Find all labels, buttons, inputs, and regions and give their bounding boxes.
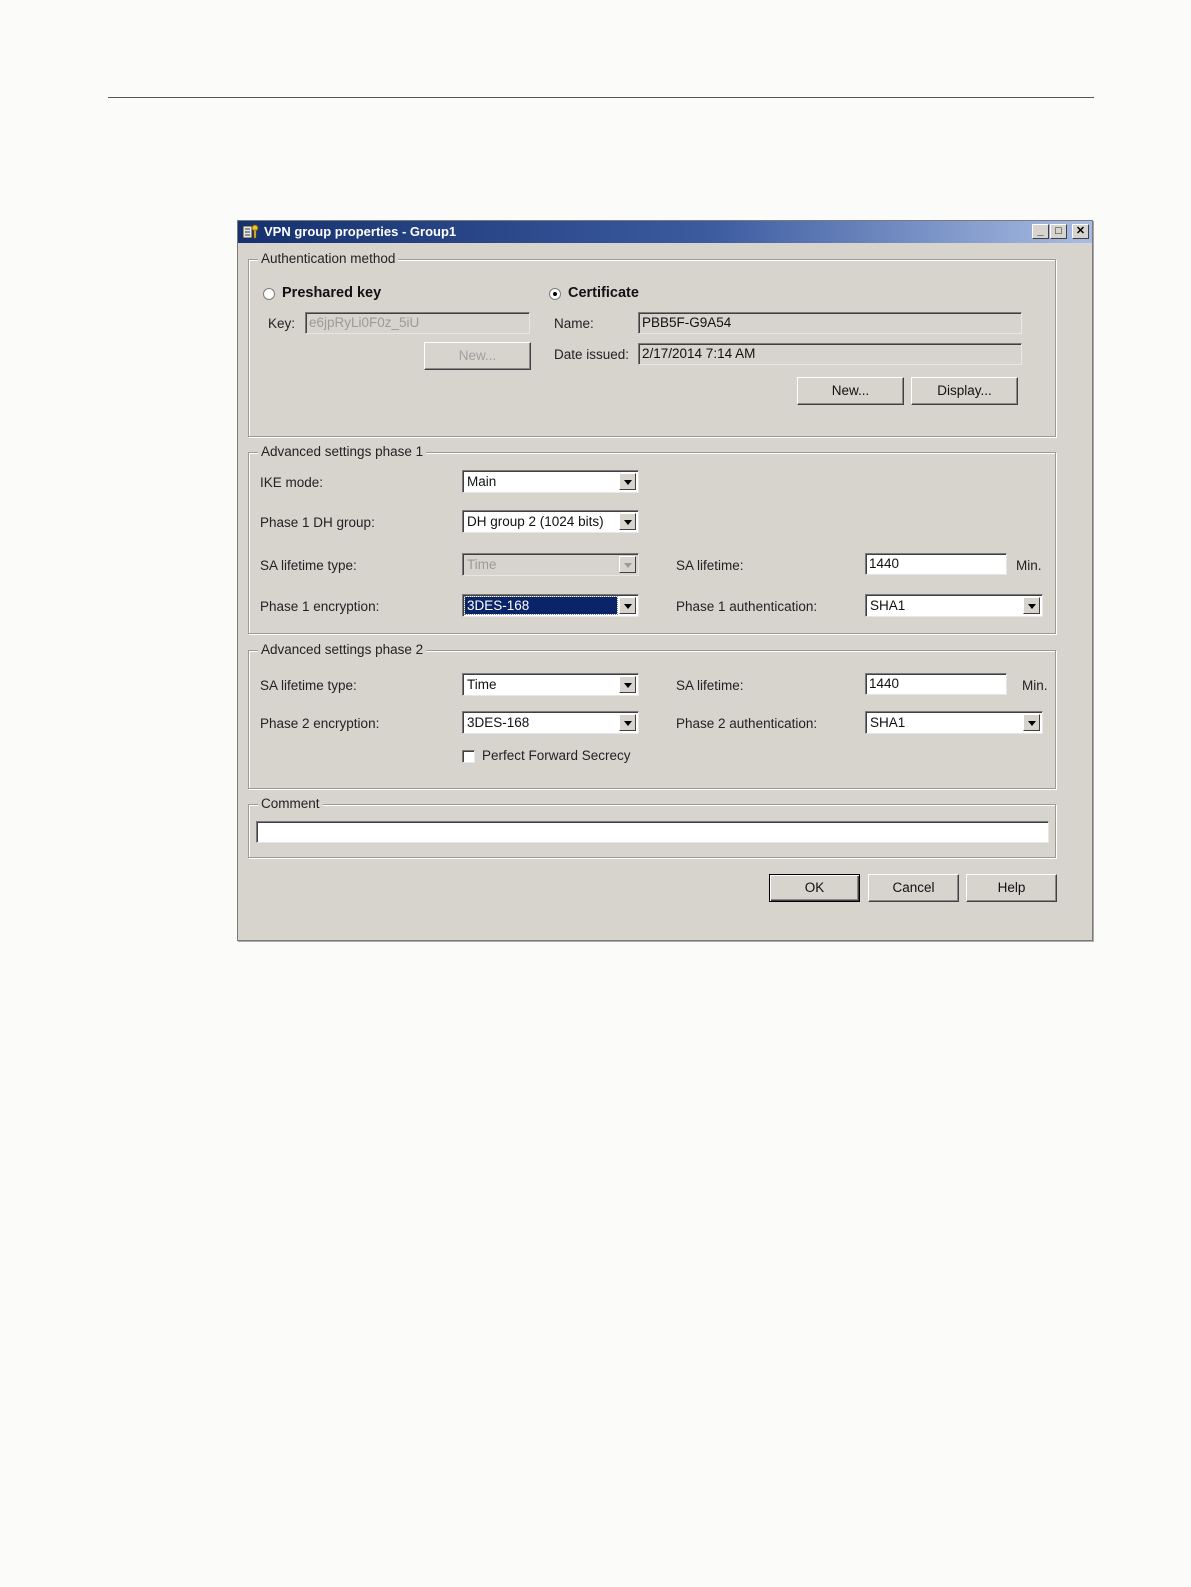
- preshared-key-label: Preshared key: [282, 285, 382, 301]
- chevron-down-icon[interactable]: [1023, 597, 1040, 614]
- title-bar[interactable]: VPN group properties - Group1 _ □ ✕: [238, 221, 1092, 243]
- phase1-encryption-label: Phase 1 encryption:: [260, 599, 380, 614]
- phase1-sa-lifetime-unit: Min.: [1016, 558, 1042, 573]
- preshared-key-radio[interactable]: [263, 288, 275, 300]
- group-legend: Advanced settings phase 1: [258, 444, 427, 459]
- certificate-name-field[interactable]: PBB5F-G9A54: [638, 312, 1022, 334]
- phase2-sa-lifetime-label: SA lifetime:: [676, 678, 744, 693]
- phase2-encryption-value: 3DES-168: [467, 715, 530, 730]
- phase1-dh-group-label: Phase 1 DH group:: [260, 515, 375, 530]
- help-button[interactable]: Help: [966, 874, 1057, 902]
- key-field[interactable]: e6jpRyLi0F0z_5iU: [305, 312, 530, 334]
- date-issued-label: Date issued:: [554, 347, 630, 362]
- phase2-sa-lifetime-unit: Min.: [1022, 678, 1048, 693]
- phase1-authentication-value: SHA1: [870, 598, 906, 613]
- phase1-sa-lifetime-field[interactable]: 1440: [865, 553, 1007, 575]
- vpn-group-properties-dialog: VPN group properties - Group1 _ □ ✕ Auth…: [237, 220, 1093, 941]
- authentication-method-group: Authentication method Preshared key Key:…: [248, 251, 1056, 437]
- phase1-authentication-select[interactable]: SHA1: [865, 594, 1043, 617]
- phase2-encryption-select[interactable]: 3DES-168: [462, 711, 639, 734]
- chevron-down-icon[interactable]: [619, 556, 636, 573]
- chevron-down-icon[interactable]: [619, 714, 636, 731]
- chevron-down-icon[interactable]: [619, 513, 636, 530]
- phase1-sa-lifetime-type-label: SA lifetime type:: [260, 558, 357, 573]
- maximize-icon[interactable]: □: [1050, 224, 1067, 239]
- certificate-label: Certificate: [568, 285, 639, 301]
- chevron-down-icon[interactable]: [619, 473, 636, 490]
- key-label: Key:: [268, 316, 296, 331]
- group-legend: Authentication method: [258, 251, 399, 266]
- close-icon[interactable]: ✕: [1072, 224, 1089, 239]
- window-title: VPN group properties - Group1: [264, 224, 457, 239]
- certificate-name-label: Name:: [554, 316, 594, 331]
- phase1-sa-lifetime-type-value: Time: [467, 557, 497, 572]
- phase1-sa-lifetime-label: SA lifetime:: [676, 558, 744, 573]
- page-header-rule: [108, 97, 1094, 98]
- phase1-dh-group-value: DH group 2 (1024 bits): [467, 514, 604, 529]
- cancel-button[interactable]: Cancel: [868, 874, 959, 902]
- phase1-sa-lifetime-type-select[interactable]: Time: [462, 553, 639, 576]
- phase2-encryption-label: Phase 2 encryption:: [260, 716, 380, 731]
- ike-mode-value: Main: [467, 474, 497, 489]
- phase1-encryption-select[interactable]: 3DES-168: [462, 594, 639, 617]
- phase1-dh-group-select[interactable]: DH group 2 (1024 bits): [462, 510, 639, 533]
- group-legend: Comment: [258, 796, 323, 811]
- phase1-authentication-label: Phase 1 authentication:: [676, 599, 818, 614]
- phase2-settings-group: Advanced settings phase 2 SA lifetime ty…: [248, 642, 1056, 789]
- phase1-settings-group: Advanced settings phase 1 IKE mode: Main…: [248, 444, 1056, 634]
- vpn-key-icon: [242, 224, 259, 239]
- date-issued-field[interactable]: 2/17/2014 7:14 AM: [638, 343, 1022, 365]
- certificate-new-button[interactable]: New...: [797, 377, 904, 405]
- phase2-sa-lifetime-type-select[interactable]: Time: [462, 673, 639, 696]
- ok-button[interactable]: OK: [769, 874, 860, 902]
- phase2-authentication-label: Phase 2 authentication:: [676, 716, 818, 731]
- ike-mode-label: IKE mode:: [260, 475, 324, 490]
- certificate-radio[interactable]: [549, 288, 561, 300]
- comment-field[interactable]: [256, 821, 1049, 843]
- key-new-button[interactable]: New...: [424, 342, 531, 370]
- ike-mode-select[interactable]: Main: [462, 470, 639, 493]
- phase2-sa-lifetime-field[interactable]: 1440: [865, 673, 1007, 695]
- group-legend: Advanced settings phase 2: [258, 642, 427, 657]
- minimize-icon[interactable]: _: [1032, 224, 1049, 239]
- phase2-sa-lifetime-type-label: SA lifetime type:: [260, 678, 357, 693]
- display-button[interactable]: Display...: [911, 377, 1018, 405]
- perfect-forward-secrecy-label: Perfect Forward Secrecy: [482, 748, 631, 763]
- chevron-down-icon[interactable]: [1023, 714, 1040, 731]
- chevron-down-icon[interactable]: [619, 676, 636, 693]
- phase2-authentication-value: SHA1: [870, 715, 906, 730]
- phase1-encryption-value: 3DES-168: [464, 596, 618, 615]
- comment-group: Comment: [248, 796, 1056, 858]
- phase2-authentication-select[interactable]: SHA1: [865, 711, 1043, 734]
- phase2-sa-lifetime-type-value: Time: [467, 677, 497, 692]
- perfect-forward-secrecy-checkbox[interactable]: [462, 750, 475, 763]
- chevron-down-icon[interactable]: [619, 597, 636, 614]
